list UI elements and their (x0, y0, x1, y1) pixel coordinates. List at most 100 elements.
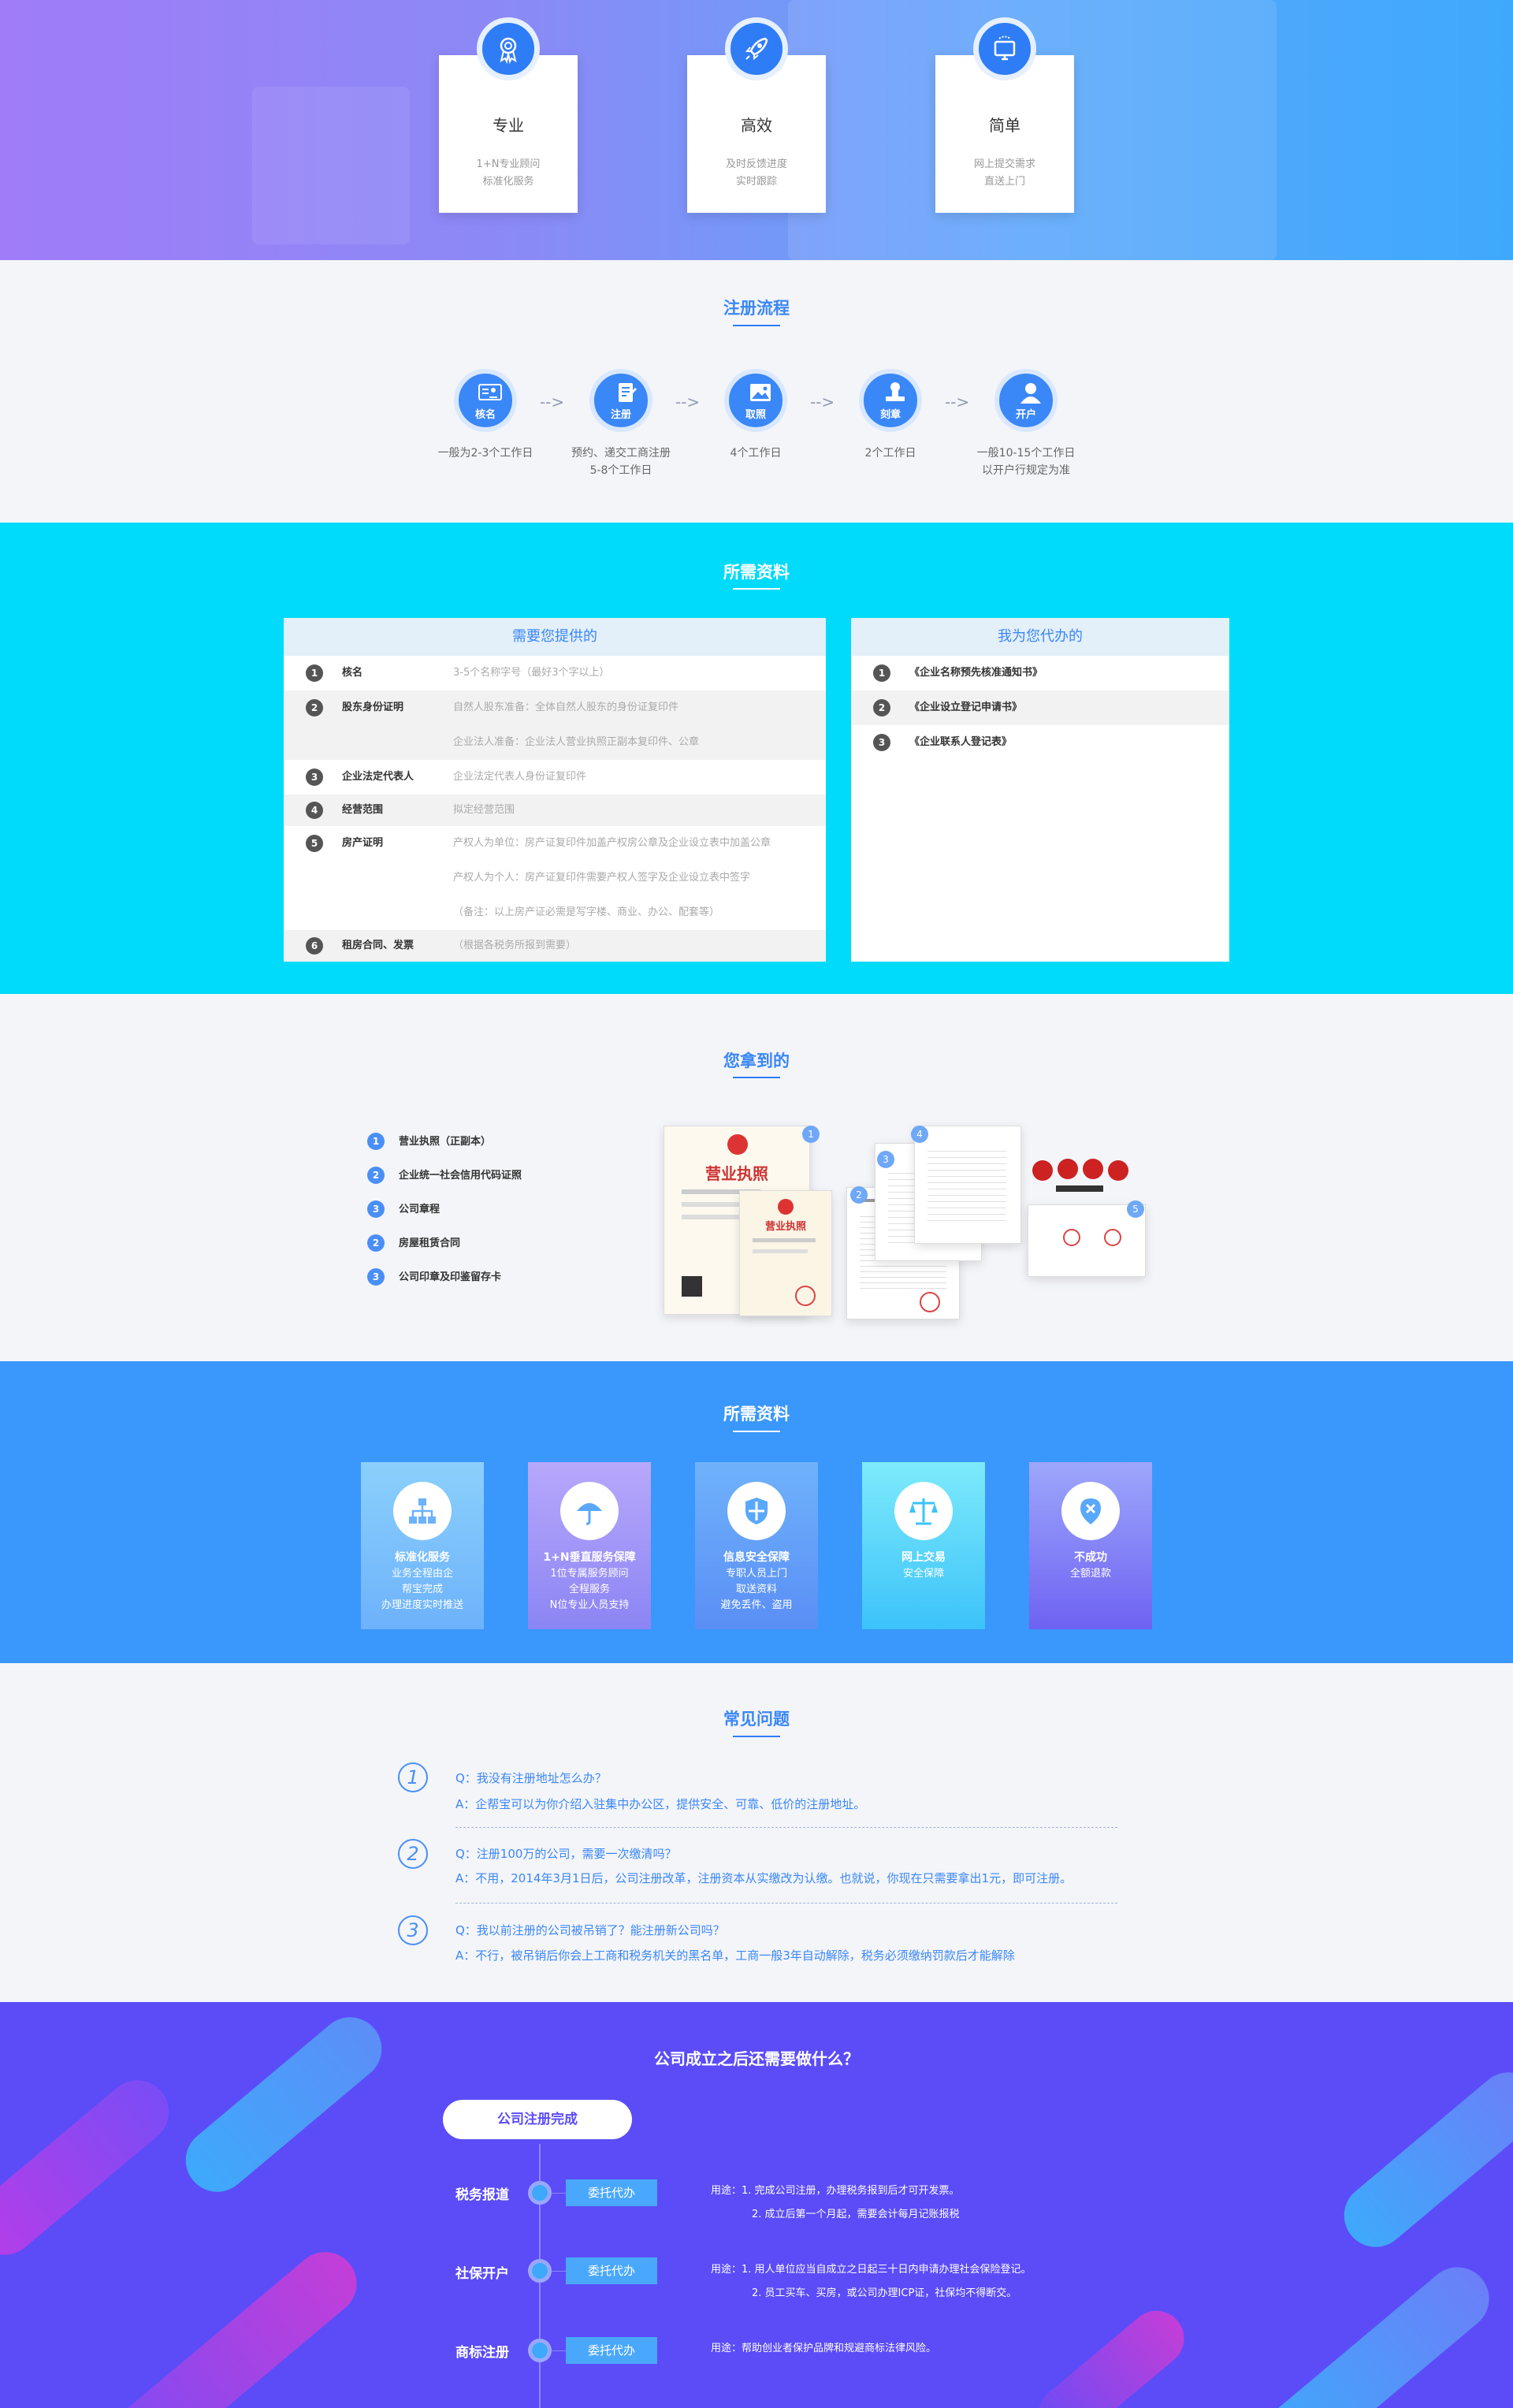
decor-pill (1256, 2254, 1502, 2408)
title-underline (733, 1431, 780, 1432)
doc-badge: 3 (877, 1151, 894, 1168)
decor-pill (173, 2004, 395, 2205)
emblem-icon (727, 1134, 748, 1155)
material-row: 3 《企业联系人登记表》 (851, 725, 1229, 760)
title-underline (733, 588, 780, 590)
stamp-icon (886, 382, 905, 401)
timeline-node (528, 2259, 552, 2283)
qr-code-icon (682, 1276, 702, 1297)
decor-pill (87, 2239, 370, 2408)
material-row: 1 核名 3-5个名称字号（最好3个字以上） (284, 656, 826, 690)
material-row: 6 租房合同、发票 （根据各税务所报到需要） (284, 930, 826, 962)
step-desc: 2个工作日 (864, 447, 916, 460)
timeline-label: 商标注册 (455, 2345, 509, 2361)
contact-form-image (914, 1126, 1021, 1244)
material-row: 4 经营范围 拟定经营范围 (284, 795, 826, 826)
step-desc: 一般为2-3个工作日 (437, 447, 533, 460)
timeline-node (528, 2181, 552, 2205)
step-register: 注册 (589, 369, 652, 432)
title-underline (733, 325, 780, 326)
feature-card-professional: 专业 1+N专业顾问 标准化服务 (439, 17, 578, 213)
flow-arrow: --> (810, 393, 835, 411)
feature-desc: 网上提交需求 直送上门 (973, 158, 1035, 188)
doc-badge: 5 (1127, 1200, 1144, 1218)
materials-you-provide-panel: 需要您提供的 1 核名 3-5个名称字号（最好3个字以上） 2 股东身份证明 自然人股东… (284, 618, 826, 962)
flow-arrow: --> (675, 393, 701, 411)
doc-badge: 1 (802, 1126, 820, 1143)
flow-title: 注册流程 (723, 299, 790, 318)
license-copy-image: 营业执照 (739, 1190, 832, 1316)
step-name-check: 核名 (454, 369, 517, 432)
material-row: 5 房产证明 产权人为单位：房产证复印件加盖产权房公章及企业设立表中加盖公章 产权人… (284, 826, 826, 930)
monitor-icon (973, 17, 1036, 80)
usage-text: 用途：1. 用人单位应当自成立之日起三十日内申请办理社会保险登记。 2. 员工买车… (711, 2264, 1032, 2299)
usage-text: 用途：1. 完成公司注册，办理税务报到后才可开发票。 2. 成立后第一个月起，需要… (711, 2185, 960, 2220)
material-row: 2 《企业设立登记申请书》 (851, 690, 1229, 725)
background-calculator (252, 87, 410, 244)
faq-answer: A：不行，被吊销后你会上工商和税务机关的黑名单，工商一般3年自动解除，税务必须缴… (455, 1948, 1015, 1963)
decor-pill (1331, 2059, 1513, 2261)
timeline-node (528, 2339, 552, 2362)
panel-header: 我为您代办的 (851, 618, 1229, 656)
panel-header: 需要您提供的 (284, 618, 826, 656)
user-icon (1020, 383, 1041, 404)
step-desc: 4个工作日 (730, 447, 782, 460)
step-bank-account: 开户 (994, 369, 1058, 432)
service-card-refund: 不成功 全额退款 (1029, 1462, 1152, 1629)
delegate-button[interactable]: 委托代办 (566, 2179, 657, 2206)
shield-icon (727, 1482, 786, 1540)
picture-icon (750, 384, 771, 401)
delegate-button[interactable]: 委托代办 (566, 2257, 657, 2284)
feature-title: 专业 (493, 116, 524, 135)
scale-icon (894, 1482, 953, 1540)
feature-title: 高效 (741, 116, 772, 135)
faq-number: 2 (398, 1839, 428, 1869)
material-row: 2 股东身份证明 自然人股东准备：全体自然人股东的身份证复印件 企业法人准备：企业法… (284, 690, 826, 760)
step-desc: 预约、递交工商注册 5-8个工作日 (571, 447, 671, 477)
close-circle-icon (1061, 1482, 1120, 1540)
id-card-icon (478, 384, 502, 400)
service-card-vertical: 1+N垂直服务保障 1位专属服务顾问 全程服务 N位专业人员支持 (528, 1462, 651, 1629)
title-underline (733, 1736, 780, 1737)
deliverable-item: 1 营业执照（正副本） (367, 1133, 491, 1150)
flow-arrow: --> (945, 393, 970, 411)
deliverables-title: 您拿到的 (723, 1051, 790, 1070)
feature-desc: 1+N专业顾问 标准化服务 (476, 158, 541, 188)
service-title: 所需资料 (723, 1405, 790, 1424)
usage-text: 用途：帮助创业者保护品牌和规避商标法律风险。 (711, 2343, 937, 2354)
faq-divider (455, 1903, 1117, 1904)
delegate-button[interactable]: 委托代办 (566, 2337, 657, 2364)
doc-badge: 2 (850, 1186, 868, 1204)
title-underline (733, 1077, 780, 1078)
deliverable-item: 3 公司印章及印鉴留存卡 (367, 1268, 501, 1286)
faq-answer: A：不用，2014年3月1日后，公司注册改革，注册资本从实缴改为认缴。也就说，你… (455, 1871, 1072, 1885)
step-desc: 一般10-15个工作日 以开户行规定为准 (976, 447, 1076, 477)
org-chart-icon (393, 1482, 452, 1540)
faq-question: Q：我没有注册地址怎么办？ (455, 1771, 607, 1785)
faq-answer: A：企帮宝可以为你介绍入驻集中办公区，提供安全、可靠、低价的注册地址。 (455, 1797, 866, 1811)
after-title: 公司成立之后还需要做什么？ (654, 2049, 859, 2068)
material-row: 3 企业法定代表人 企业法定代表人身份证复印件 (284, 760, 826, 795)
flow-arrow: --> (540, 393, 565, 411)
feature-card-efficient: 高效 及时反馈进度 实时跟踪 (687, 17, 826, 213)
faq-question: Q：我以前注册的公司被吊销了？能注册新公司吗？ (455, 1923, 725, 1937)
faq-title: 常见问题 (723, 1710, 790, 1729)
step-get-license: 取照 (724, 369, 787, 432)
materials-title: 所需资料 (723, 563, 790, 582)
timeline-label: 社保开户 (455, 2266, 509, 2282)
deliverable-item: 2 企业统一社会信用代码证照 (367, 1167, 522, 1184)
decor-pill (1027, 2299, 1195, 2408)
stamp-card-image (1028, 1204, 1146, 1277)
service-card-trade: 网上交易 安全保障 (862, 1462, 985, 1629)
materials-we-handle-panel: 我为您代办的 1 《企业名称预先核准通知书》 2 《企业设立登记申请书》 3 《企业联… (851, 618, 1229, 962)
feature-card-simple: 简单 网上提交需求 直送上门 (935, 17, 1074, 213)
step-seal: 刻章 (859, 369, 922, 432)
document-pen-icon (619, 383, 638, 402)
timeline-label: 税务报道 (455, 2187, 509, 2203)
faq-divider (455, 1827, 1117, 1828)
umbrella-icon (560, 1482, 619, 1540)
faq-number: 3 (398, 1915, 428, 1945)
material-row: 1 《企业名称预先核准通知书》 (851, 656, 1229, 690)
deliverable-item: 2 房屋租赁合同 (367, 1234, 460, 1252)
decor-pill (0, 2067, 182, 2268)
